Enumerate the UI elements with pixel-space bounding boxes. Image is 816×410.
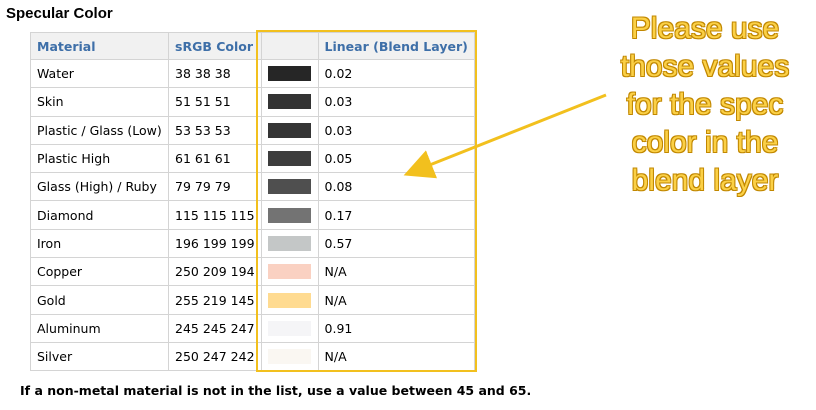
footnote: If a non-metal material is not in the li… xyxy=(20,383,532,398)
annotation-arrow xyxy=(403,93,607,179)
